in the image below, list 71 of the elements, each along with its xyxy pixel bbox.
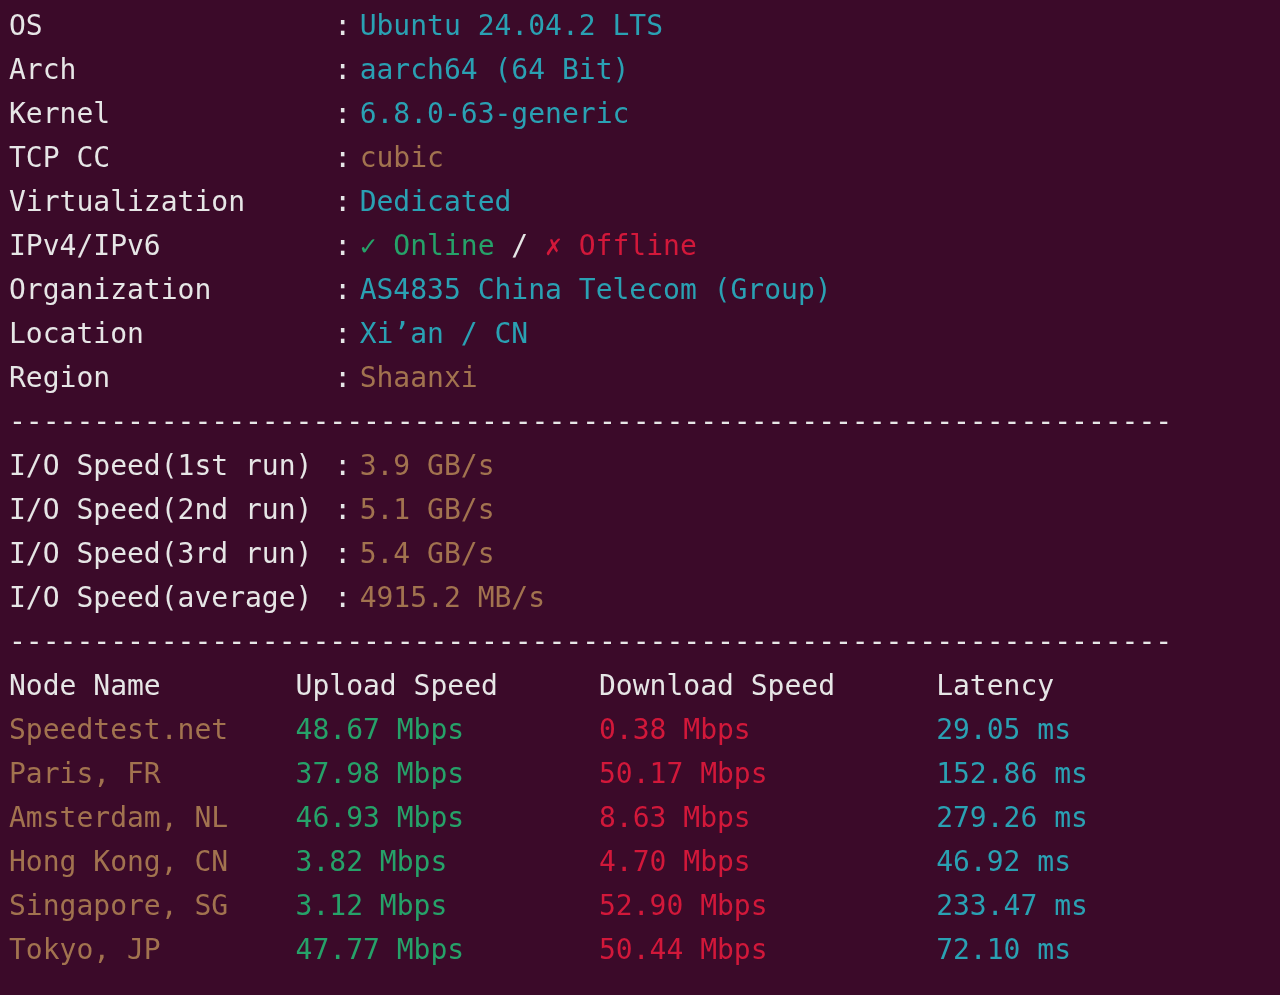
colon: : [334,274,352,306]
colon: : [334,582,352,614]
info-label: IPv4/IPv6 [9,230,161,262]
info-value: aarch64 (64 Bit) [359,52,630,88]
table-cell-text: 46.92 ms [936,844,1071,880]
io-value: 4915.2 MB/s [359,580,546,616]
info-value: cubic [359,140,444,176]
table-cell-text: 233.47 ms [936,888,1088,924]
table-cell-text: 48.67 Mbps [295,712,466,748]
info-value: Dedicated [359,184,512,220]
table-cell-text: 50.17 Mbps [599,756,769,792]
table-cell-text: 152.86 ms [936,756,1088,792]
table-cell-text: Singapore, SG [9,888,230,924]
table-cell-text: 50.44 Mbps [599,932,769,968]
colon: : [334,54,352,86]
table-cell-text: 3.12 Mbps [295,888,449,924]
info-label: Kernel [9,98,111,130]
dashed-separator: --------------------------------------------------------------------- [9,624,1173,660]
colon: : [334,362,352,394]
column-header: Latency [936,668,1055,704]
colon: : [334,186,352,218]
table-cell-text: Amsterdam, NL [9,800,230,836]
colon: : [334,98,352,130]
table-cell-text: 279.26 ms [936,800,1088,836]
info-label: Region [9,362,111,394]
table-cell-text: Tokyo, JP [9,932,162,968]
info-label: TCP CC [9,142,111,174]
dashed-separator: --------------------------------------------------------------------- [9,404,1173,440]
colon: : [334,10,352,42]
colon: : [334,142,352,174]
io-value: 5.1 GB/s [359,492,495,528]
table-cell-text: 4.70 Mbps [599,844,752,880]
io-label: I/O Speed(average) [9,582,313,614]
io-value: 3.9 GB/s [359,448,495,484]
info-value: Shaanxi [359,360,478,396]
colon: : [334,538,352,570]
info-label: Organization [9,274,212,306]
table-cell-text: 8.63 Mbps [599,800,752,836]
info-value: ✓ Online [359,228,495,264]
column-header: Node Name [9,668,162,704]
info-label: OS [9,10,43,42]
io-label: I/O Speed(2nd run) [9,494,313,526]
column-header: Upload Speed [295,668,499,704]
info-label: Virtualization [9,186,245,218]
table-cell-text: 3.82 Mbps [295,844,449,880]
table-cell-text: 0.38 Mbps [599,712,752,748]
info-value: Xi’an / CN [359,316,529,352]
info-value: 6.8.0-63-generic [359,96,630,132]
io-label: I/O Speed(3rd run) [9,538,313,570]
io-label: I/O Speed(1st run) [9,450,313,482]
colon: : [334,318,352,350]
info-label: Arch [9,54,77,86]
colon: : [334,450,352,482]
io-value: 5.4 GB/s [359,536,495,572]
info-value: / [511,228,529,264]
table-cell-text: Hong Kong, CN [9,844,230,880]
info-label: Location [9,318,144,350]
table-cell-text: 52.90 Mbps [599,888,769,924]
table-cell-text: Speedtest.net [9,712,230,748]
table-cell-text: 29.05 ms [936,712,1071,748]
info-value: AS4835 China Telecom (Group) [359,272,832,308]
colon: : [334,494,352,526]
table-cell-text: Paris, FR [9,756,162,792]
info-value: ✗ Offline [545,228,697,264]
info-value: Ubuntu 24.04.2 LTS [359,8,664,44]
table-cell-text: 72.10 ms [936,932,1071,968]
table-cell-text: 37.98 Mbps [295,756,466,792]
table-cell-text: 47.77 Mbps [295,932,466,968]
column-header: Download Speed [599,668,836,704]
colon: : [334,230,352,262]
table-cell-text: 46.93 Mbps [295,800,466,836]
